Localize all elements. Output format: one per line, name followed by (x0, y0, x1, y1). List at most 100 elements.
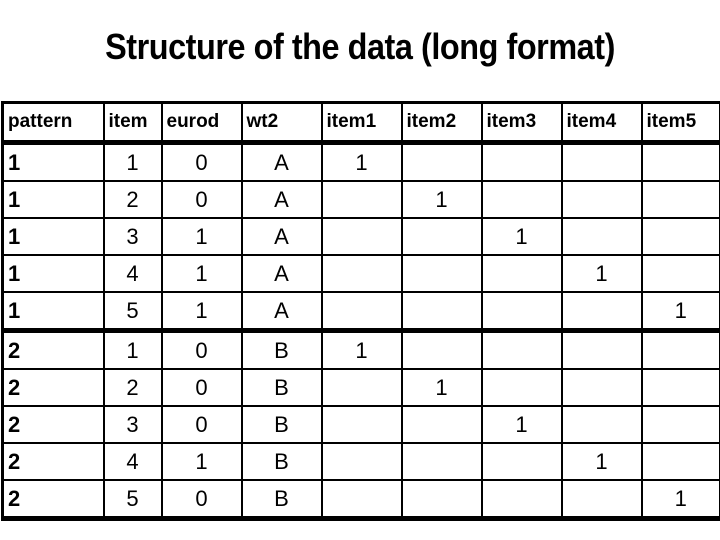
cell-eurod: 0 (160, 479, 243, 521)
table-row: 210B1 (1, 329, 720, 370)
cell-pattern: 2 (1, 442, 105, 481)
cell-item2 (400, 217, 483, 256)
cell-wt2: B (240, 329, 323, 370)
cell-item: 2 (102, 180, 163, 219)
cell-item2: 1 (400, 180, 483, 219)
cell-item5 (640, 329, 720, 370)
cell-item2 (400, 442, 483, 481)
cell-item: 2 (102, 368, 163, 407)
cell-item4 (560, 368, 643, 407)
cell-item3: 1 (480, 217, 563, 256)
cell-item4: 1 (560, 254, 643, 293)
cell-eurod: 0 (160, 180, 243, 219)
cell-item4 (560, 180, 643, 219)
cell-item5 (640, 368, 720, 407)
table-row: 131A1 (1, 217, 720, 256)
cell-item2 (400, 405, 483, 444)
cell-item5 (640, 141, 720, 182)
cell-item5 (640, 405, 720, 444)
cell-item1 (320, 291, 403, 333)
cell-item1 (320, 368, 403, 407)
cell-item4: 1 (560, 442, 643, 481)
cell-item5: 1 (640, 291, 720, 333)
cell-item4 (560, 329, 643, 370)
column-header-pattern: pattern (1, 101, 105, 145)
cell-item4 (560, 141, 643, 182)
header-row: pattern item eurod wt2 item1 item2 item3… (1, 101, 720, 145)
cell-item5: 1 (640, 479, 720, 521)
column-header-item1: item1 (320, 101, 403, 145)
cell-item: 4 (102, 254, 163, 293)
cell-eurod: 1 (160, 442, 243, 481)
data-table: pattern item eurod wt2 item1 item2 item3… (1, 101, 720, 521)
cell-item1 (320, 479, 403, 521)
cell-item2 (400, 329, 483, 370)
cell-item: 1 (102, 141, 163, 182)
cell-item4 (560, 479, 643, 521)
cell-item1 (320, 217, 403, 256)
cell-item3 (480, 291, 563, 333)
cell-item3: 1 (480, 405, 563, 444)
column-header-item4: item4 (560, 101, 643, 145)
cell-item1 (320, 254, 403, 293)
cell-eurod: 1 (160, 291, 243, 333)
cell-item: 5 (102, 479, 163, 521)
cell-item: 1 (102, 329, 163, 370)
cell-pattern: 1 (1, 254, 105, 293)
cell-item4 (560, 405, 643, 444)
cell-eurod: 1 (160, 254, 243, 293)
cell-wt2: A (240, 217, 323, 256)
cell-item4 (560, 217, 643, 256)
cell-item3 (480, 329, 563, 370)
cell-wt2: A (240, 291, 323, 333)
cell-wt2: B (240, 442, 323, 481)
cell-pattern: 1 (1, 180, 105, 219)
cell-item2 (400, 141, 483, 182)
slide-title: Structure of the data (long format) (105, 26, 615, 67)
cell-item4 (560, 291, 643, 333)
cell-item2 (400, 479, 483, 521)
cell-item1 (320, 405, 403, 444)
cell-eurod: 0 (160, 141, 243, 182)
cell-item2: 1 (400, 368, 483, 407)
column-header-item: item (102, 101, 163, 145)
cell-item1 (320, 442, 403, 481)
cell-item3 (480, 141, 563, 182)
table-row: 250B 1 (1, 479, 720, 521)
cell-pattern: 2 (1, 329, 105, 370)
cell-item: 3 (102, 217, 163, 256)
cell-item3 (480, 479, 563, 521)
table-row: 230B 1 (1, 405, 720, 444)
cell-eurod: 1 (160, 217, 243, 256)
table-row: 220B1 (1, 368, 720, 407)
cell-item3 (480, 180, 563, 219)
cell-wt2: B (240, 405, 323, 444)
cell-pattern: 1 (1, 217, 105, 256)
cell-wt2: B (240, 479, 323, 521)
cell-item1: 1 (320, 141, 403, 182)
cell-wt2: A (240, 254, 323, 293)
cell-wt2: B (240, 368, 323, 407)
table-row: 120A1 (1, 180, 720, 219)
cell-item3 (480, 254, 563, 293)
table-row: 141A1 (1, 254, 720, 293)
cell-item3 (480, 442, 563, 481)
cell-item5 (640, 442, 720, 481)
column-header-eurod: eurod (160, 101, 243, 145)
column-header-wt2: wt2 (240, 101, 323, 145)
cell-pattern: 2 (1, 368, 105, 407)
cell-wt2: A (240, 180, 323, 219)
cell-eurod: 0 (160, 329, 243, 370)
table-row: 241B1 (1, 442, 720, 481)
cell-item5 (640, 217, 720, 256)
column-header-item5: item5 (640, 101, 720, 145)
cell-item5 (640, 180, 720, 219)
cell-item: 4 (102, 442, 163, 481)
cell-item5 (640, 254, 720, 293)
cell-item1: 1 (320, 329, 403, 370)
cell-pattern: 1 (1, 291, 105, 333)
cell-item3 (480, 368, 563, 407)
cell-pattern: 2 (1, 405, 105, 444)
cell-item1 (320, 180, 403, 219)
table-row: 110A1 (1, 141, 720, 182)
